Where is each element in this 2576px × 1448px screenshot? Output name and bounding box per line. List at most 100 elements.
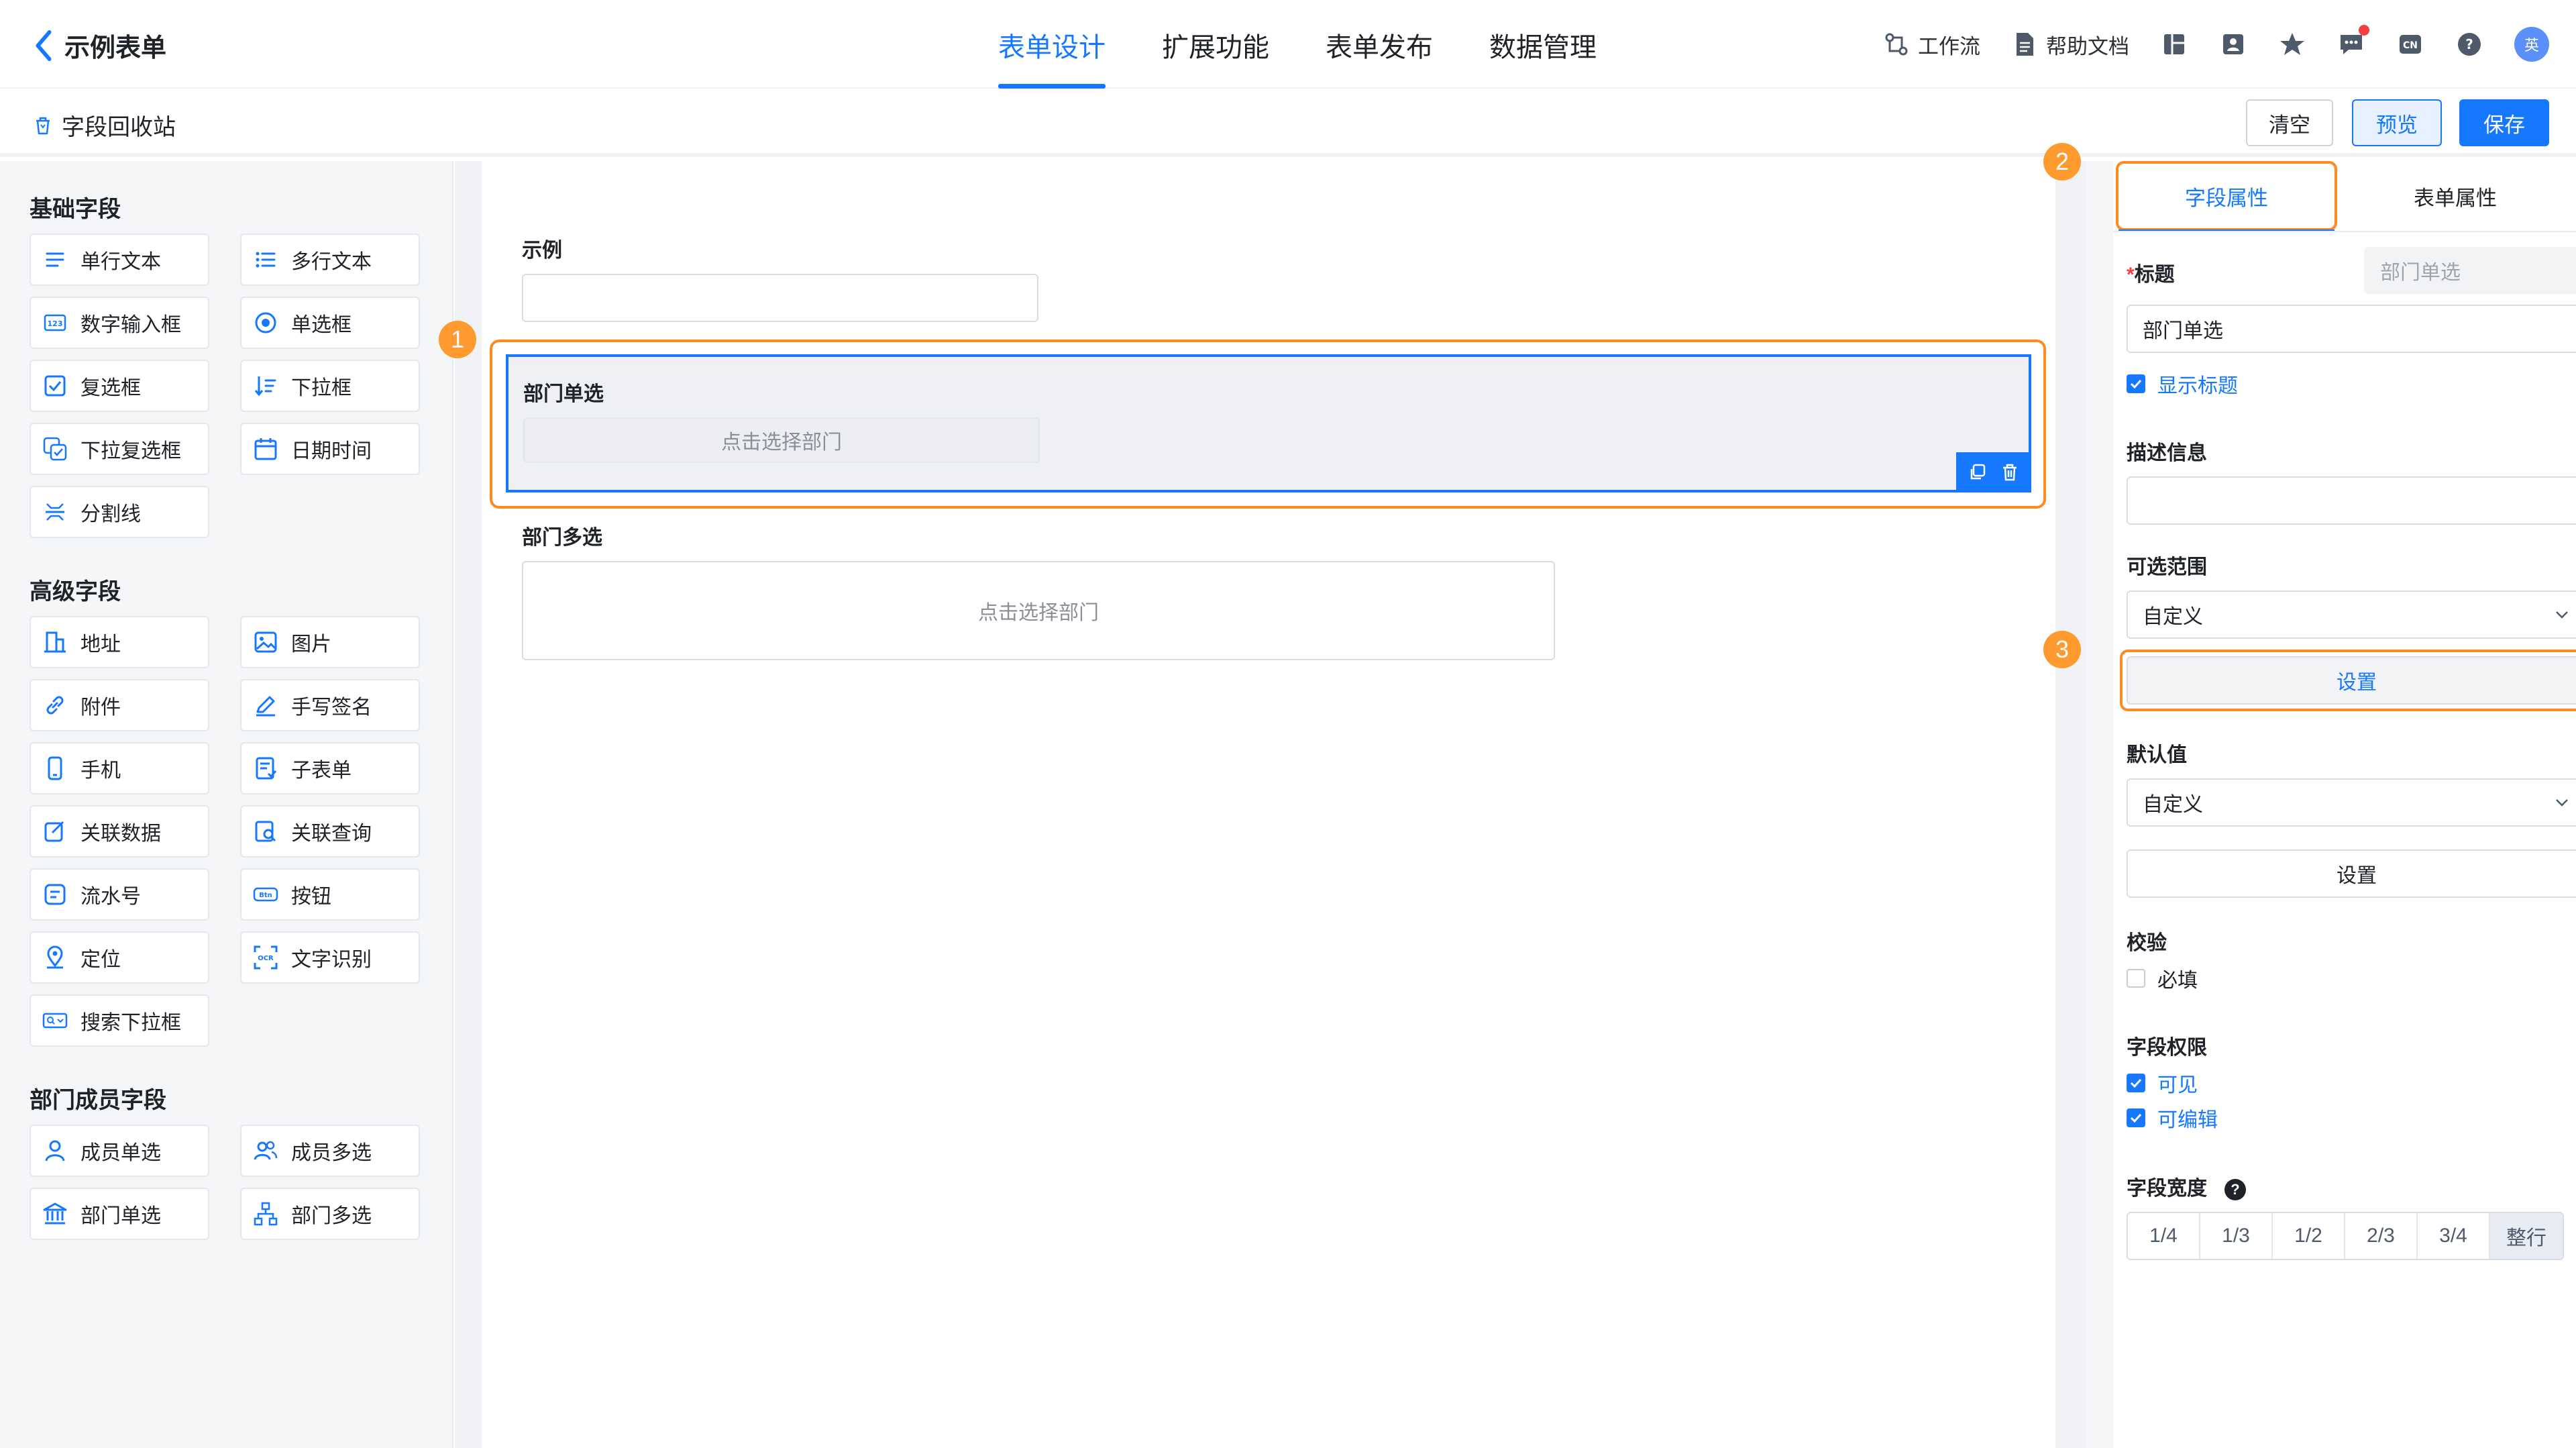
field-linked-query[interactable]: 关联查询 (240, 805, 420, 858)
field-phone[interactable]: 手机 (30, 742, 209, 794)
field-label: 单行文本 (80, 251, 161, 273)
width-option-full[interactable]: 整行 (2490, 1213, 2563, 1259)
field-radio[interactable]: 单选框 (240, 297, 420, 349)
language-button[interactable]: CN (2396, 30, 2424, 58)
dept-single-picker[interactable]: 点击选择部门 (523, 417, 1040, 463)
dept-multi-picker[interactable]: 点击选择部门 (522, 561, 1555, 660)
description-input[interactable] (2127, 476, 2576, 525)
field-linked-data[interactable]: 关联数据 (30, 805, 209, 858)
show-title-checkbox[interactable]: 显示标题 (2127, 369, 2238, 399)
contacts-button[interactable] (2219, 30, 2247, 58)
tab-extensions[interactable]: 扩展功能 (1162, 25, 1269, 89)
text-lines-icon (46, 252, 64, 267)
default-settings-button[interactable]: 设置 (2127, 849, 2576, 898)
width-option-2-3[interactable]: 2/3 (2345, 1213, 2418, 1259)
range-settings-button[interactable]: 设置 (2127, 656, 2576, 705)
svg-text:Btn: Btn (259, 892, 272, 899)
range-select[interactable]: 自定义 (2127, 590, 2576, 639)
step-badge-2: 2 (2043, 143, 2081, 180)
required-mark: * (2127, 264, 2135, 286)
field-label: 手写签名 (291, 696, 372, 719)
checkbox-checked-icon (2127, 1108, 2145, 1127)
field-palette: 基础字段 单行文本 多行文本 123 数字输入框 单选框 复选框 下拉框 下拉复… (0, 161, 453, 1448)
field-actions (1956, 452, 2031, 493)
title-prop-label: *标题 (2127, 258, 2175, 287)
field-number-input[interactable]: 123 数字输入框 (30, 297, 209, 349)
field-button[interactable]: Btn 按钮 (240, 868, 420, 921)
radio-icon (255, 312, 276, 333)
width-option-1-3[interactable]: 1/3 (2200, 1213, 2273, 1259)
workflow-icon (1885, 33, 1908, 56)
field-member-single[interactable]: 成员单选 (30, 1125, 209, 1177)
editable-checkbox[interactable]: 可编辑 (2127, 1103, 2218, 1133)
favorites-button[interactable] (2278, 30, 2306, 58)
example-input[interactable] (522, 274, 1038, 322)
tab-form-properties[interactable]: 表单属性 (2348, 161, 2563, 231)
workflow-button[interactable]: 工作流 (1883, 30, 1980, 60)
title-input[interactable]: 部门单选 (2127, 305, 2576, 353)
serial-icon (44, 884, 66, 905)
number-123-icon: 123 (44, 314, 66, 331)
field-image[interactable]: 图片 (240, 616, 420, 668)
default-value: 自定义 (2143, 794, 2203, 816)
group-title-basic: 基础字段 (30, 197, 121, 222)
field-department-single[interactable]: 部门单选 (30, 1188, 209, 1240)
field-label: 图片 (291, 633, 331, 656)
messages-button[interactable] (2337, 25, 2369, 58)
range-value: 自定义 (2143, 606, 2203, 628)
tab-data-management[interactable]: 数据管理 (1489, 25, 1597, 89)
example-field-label: 示例 (522, 240, 562, 262)
org-chart-icon (254, 1202, 278, 1226)
field-label: 子表单 (291, 760, 352, 782)
field-subform[interactable]: 子表单 (240, 742, 420, 794)
visible-checkbox[interactable]: 可见 (2127, 1068, 2198, 1098)
field-recycle-bin[interactable]: 字段回收站 (32, 109, 176, 142)
chevron-down-icon (2556, 611, 2568, 619)
field-member-multi[interactable]: 成员多选 (240, 1125, 420, 1177)
width-option-1-2[interactable]: 1/2 (2273, 1213, 2345, 1259)
delete-icon[interactable] (2000, 462, 2020, 482)
required-checkbox[interactable]: 必填 (2127, 964, 2198, 993)
dept-multi-label: 部门多选 (522, 527, 602, 549)
back-button[interactable]: 示例表单 (34, 27, 166, 64)
field-label: 分割线 (80, 503, 141, 525)
field-ocr[interactable]: OCR 文字识别 (240, 931, 420, 984)
field-dropdown-checkbox[interactable]: 下拉复选框 (30, 423, 209, 475)
user-avatar[interactable]: 英 (2514, 27, 2549, 62)
tab-form-design[interactable]: 表单设计 (998, 25, 1106, 89)
field-attachment[interactable]: 附件 (30, 679, 209, 731)
field-department-multi[interactable]: 部门多选 (240, 1188, 420, 1240)
copy-icon[interactable] (1968, 462, 1988, 482)
help-docs-button[interactable]: 帮助文档 (2011, 30, 2129, 60)
save-button[interactable]: 保存 (2459, 99, 2549, 146)
form-title: 示例表单 (64, 34, 167, 62)
field-datetime[interactable]: 日期时间 (240, 423, 420, 475)
help-circle-icon[interactable]: ? (2224, 1179, 2246, 1201)
top-header: 示例表单 表单设计 扩展功能 表单发布 数据管理 工作流 帮助文档 CN ? 英 (0, 0, 2576, 89)
field-checkbox[interactable]: 复选框 (30, 360, 209, 412)
field-location[interactable]: 定位 (30, 931, 209, 984)
tab-field-properties[interactable]: 字段属性 (2116, 161, 2337, 232)
field-dropdown[interactable]: 下拉框 (240, 360, 420, 412)
layout-button[interactable] (2160, 30, 2188, 58)
help-button[interactable]: ? (2455, 30, 2483, 58)
preview-button[interactable]: 预览 (2352, 99, 2442, 146)
field-multi-line-text[interactable]: 多行文本 (240, 234, 420, 286)
clear-button[interactable]: 清空 (2246, 99, 2333, 146)
field-address[interactable]: 地址 (30, 616, 209, 668)
visible-label: 可见 (2157, 1074, 2198, 1096)
field-search-dropdown[interactable]: 搜索下拉框 (30, 994, 209, 1047)
field-single-line-text[interactable]: 单行文本 (30, 234, 209, 286)
list-icon (256, 252, 276, 268)
width-option-3-4[interactable]: 3/4 (2418, 1213, 2490, 1259)
tab-form-publish[interactable]: 表单发布 (1326, 25, 1433, 89)
btn-icon: Btn (253, 887, 278, 902)
field-divider[interactable]: 分割线 (30, 486, 209, 538)
width-option-1-4[interactable]: 1/4 (2128, 1213, 2200, 1259)
field-serial-number[interactable]: 流水号 (30, 868, 209, 921)
default-value-select[interactable]: 自定义 (2127, 778, 2576, 827)
field-signature[interactable]: 手写签名 (240, 679, 420, 731)
field-label: 数字输入框 (80, 314, 181, 336)
tabs-divider (2113, 231, 2576, 232)
toolbar: 字段回收站 清空 预览 保存 (0, 90, 2576, 157)
